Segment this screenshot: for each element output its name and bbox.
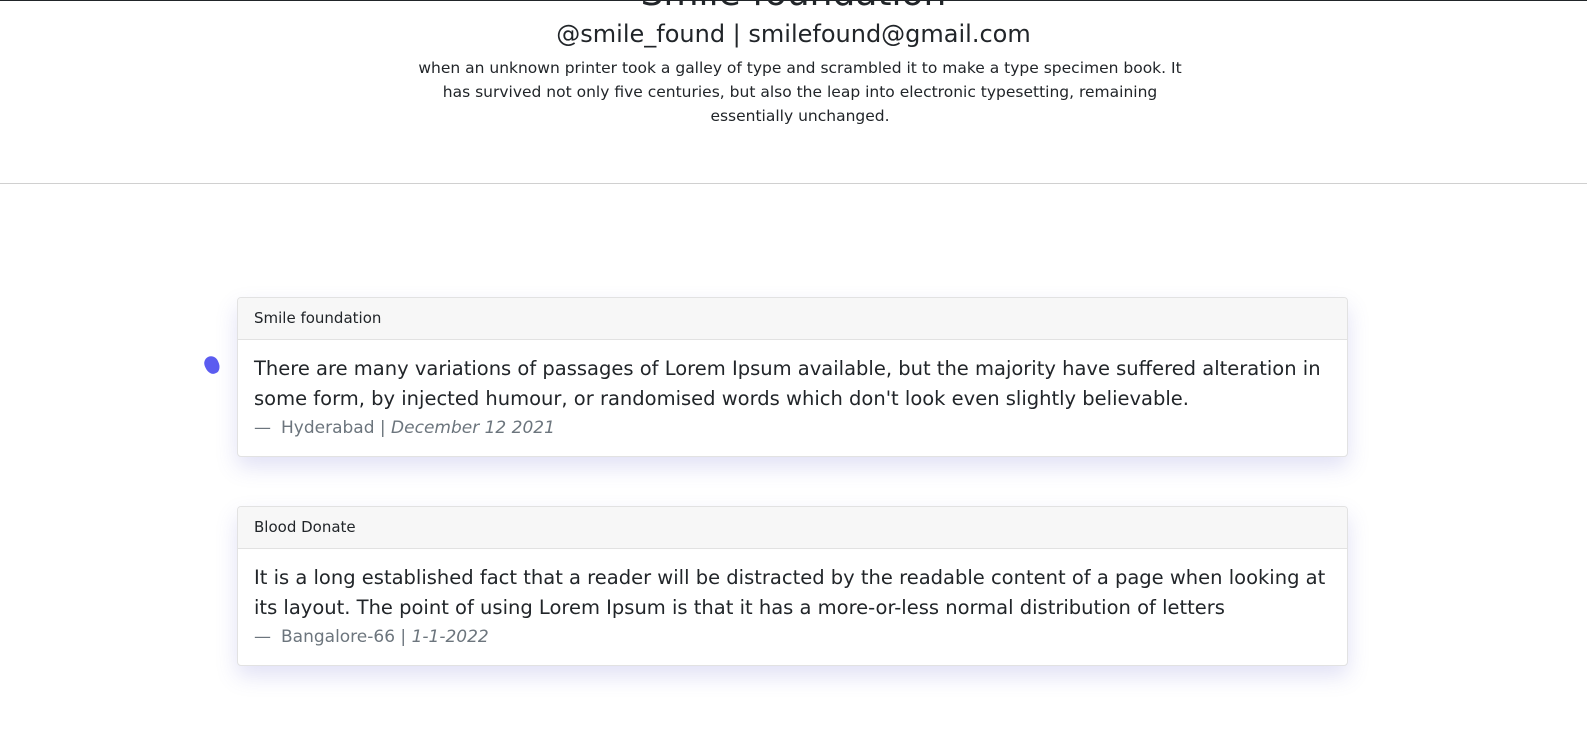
card-header: Blood Donate [238, 507, 1347, 549]
card-footer: — Hyderabad | December 12 2021 [254, 416, 1331, 440]
card-text: There are many variations of passages of… [254, 357, 1321, 410]
mouse-cursor-icon [201, 353, 223, 377]
contact-line: @smile_found | smilefound@gmail.com [556, 20, 1031, 48]
profile-header: Smile foundation @smile_found | smilefou… [0, 0, 1587, 184]
intro-text: when an unknown printer took a galley of… [418, 59, 1182, 125]
post-card: Smile foundation There are many variatio… [237, 297, 1348, 457]
card-body: It is a long established fact that a rea… [238, 549, 1347, 649]
card-body: There are many variations of passages of… [238, 340, 1347, 440]
page: Smile foundation @smile_found | smilefou… [0, 0, 1587, 745]
card-date: 1-1-2022 [411, 627, 489, 647]
card-location: Bangalore-66 | [281, 627, 412, 647]
card-footer: — Bangalore-66 | 1-1-2022 [254, 625, 1331, 649]
card-location: Hyderabad | [281, 418, 392, 438]
page-title: Smile foundation [0, 0, 1587, 14]
em-dash: — [254, 418, 271, 438]
em-dash: — [254, 627, 271, 647]
card-text: It is a long established fact that a rea… [254, 566, 1326, 619]
card-date: December 12 2021 [391, 418, 555, 438]
card-header: Smile foundation [238, 298, 1347, 340]
post-card: Blood Donate It is a long established fa… [237, 506, 1348, 666]
